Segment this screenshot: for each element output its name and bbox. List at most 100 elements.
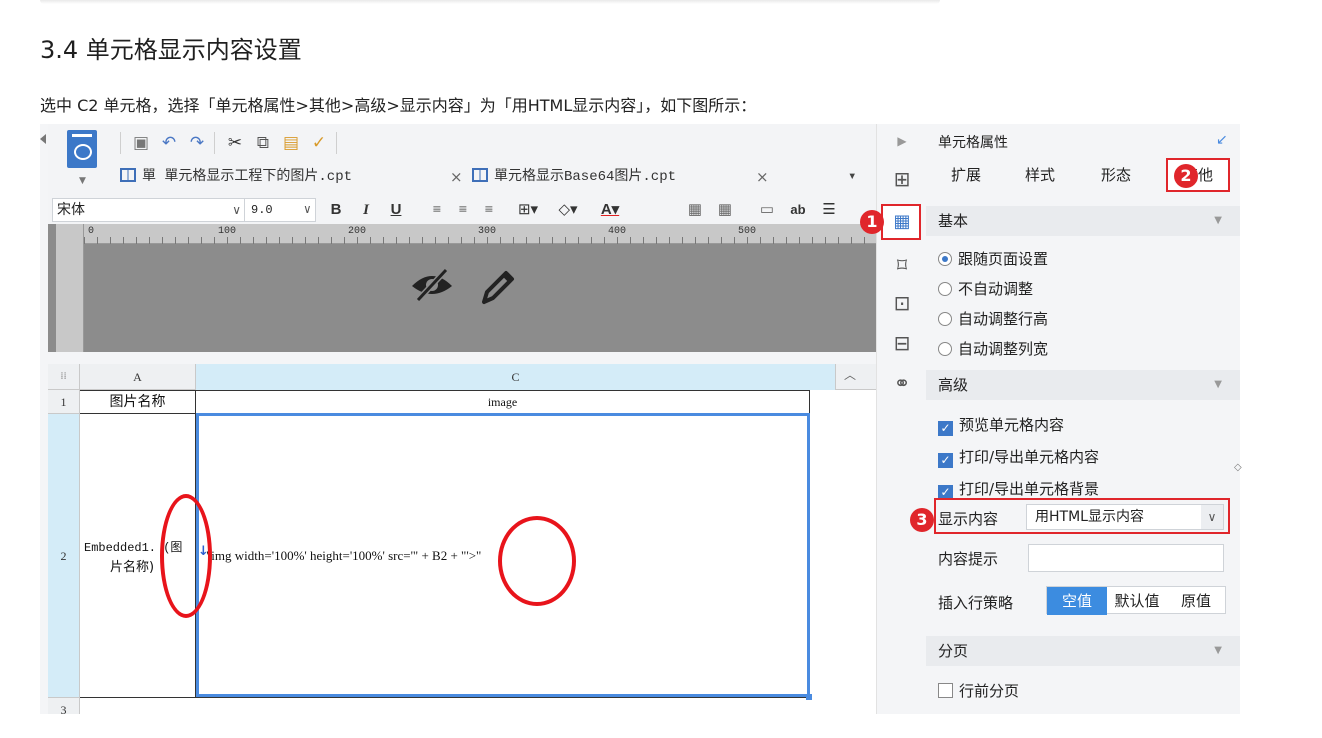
italic-button[interactable]: I bbox=[356, 198, 376, 222]
selection-handle[interactable] bbox=[806, 694, 812, 700]
radio-no-auto[interactable]: 不自动调整 bbox=[938, 278, 1033, 299]
chevron-down-icon: ▼ bbox=[1214, 215, 1222, 226]
text-wrap-icon[interactable]: ab bbox=[786, 198, 810, 222]
insert-null-option[interactable]: 空值 bbox=[1047, 587, 1107, 615]
save-icon[interactable]: ▣ bbox=[130, 132, 152, 154]
radio-label: 自动调整行高 bbox=[958, 310, 1049, 328]
cell-attribute-icon: ▦ bbox=[893, 211, 911, 232]
split-cells-icon[interactable]: ▦ bbox=[714, 198, 736, 222]
page-title: 3.4 单元格显示内容设置 bbox=[40, 36, 302, 64]
tab-project-image[interactable]: 單 單元格显示工程下的图片.cpt bbox=[120, 162, 352, 192]
widget-icon[interactable]: ⌑ bbox=[889, 252, 915, 278]
border-icon[interactable]: ⊞▾ bbox=[512, 198, 544, 222]
tab-close-icon[interactable]: × bbox=[756, 162, 769, 192]
merge-cells-icon[interactable]: ▦ bbox=[684, 198, 706, 222]
cell-c1[interactable]: image bbox=[196, 390, 810, 414]
radio-auto-col-width[interactable]: 自动调整列宽 bbox=[938, 338, 1048, 359]
font-family-value: 宋体 bbox=[57, 202, 85, 218]
cell-a1[interactable]: 图片名称 bbox=[80, 390, 196, 414]
fill-color-icon[interactable]: ◇▾ bbox=[552, 198, 584, 222]
font-size-value: 9.0 bbox=[251, 203, 273, 217]
expand-arrow-icon[interactable]: ▶ bbox=[889, 128, 915, 154]
cell-attr-tab-highlight[interactable]: ▦ bbox=[881, 204, 921, 240]
logo-menu-caret-icon[interactable]: ▼ bbox=[79, 176, 86, 186]
chevron-down-icon: ∨ bbox=[232, 203, 241, 217]
scroll-up-icon[interactable]: ︿ bbox=[844, 366, 856, 383]
condition-icon[interactable]: ⊟ bbox=[889, 330, 915, 356]
row-header-1[interactable]: 1 bbox=[48, 390, 80, 414]
font-family-select[interactable]: 宋体 ∨ bbox=[52, 198, 246, 222]
text-field-icon[interactable]: ▭ bbox=[756, 198, 778, 222]
undo-icon[interactable]: ↶ bbox=[158, 132, 180, 154]
radio-auto-row-height[interactable]: 自动调整行高 bbox=[938, 308, 1048, 329]
tab-close-icon[interactable]: × bbox=[450, 162, 463, 192]
checkbox-icon bbox=[938, 683, 953, 698]
select-all-corner-icon[interactable]: ⁞⁞ bbox=[48, 364, 80, 390]
underline-button[interactable]: U bbox=[386, 198, 406, 222]
insert-default-option[interactable]: 默认值 bbox=[1107, 587, 1167, 615]
tab-extend[interactable]: 扩展 bbox=[936, 158, 996, 192]
section-advanced[interactable]: 高级 ▼ bbox=[926, 370, 1240, 400]
ruler-label: 200 bbox=[348, 226, 367, 237]
paste-icon[interactable]: ▤ bbox=[280, 132, 302, 154]
properties-panel: 单元格属性 ↙ 扩展 样式 形态 其他 2 基本 ▼ 跟随页面设置 不自动调整 … bbox=[910, 124, 1240, 714]
display-content-select[interactable]: 用HTML显示内容 ∨ bbox=[1026, 504, 1224, 530]
copy-icon[interactable]: ⧉ bbox=[252, 132, 274, 154]
font-color-icon[interactable]: A▾ bbox=[594, 198, 626, 222]
column-header-c[interactable]: C bbox=[196, 364, 836, 390]
format-painter-icon[interactable]: ✓ bbox=[308, 132, 330, 154]
hyperlink-icon[interactable]: ⚭ bbox=[889, 370, 915, 396]
row-header-3[interactable]: 3 bbox=[48, 698, 80, 714]
checkbox-label: 行前分页 bbox=[959, 682, 1020, 700]
more-format-icon[interactable]: ☰ bbox=[818, 198, 840, 222]
redo-icon[interactable]: ↷ bbox=[186, 132, 208, 154]
tab-label: 單 單元格显示工程下的图片.cpt bbox=[142, 169, 353, 185]
tab-style[interactable]: 样式 bbox=[1010, 158, 1070, 192]
panel-title: 单元格属性 bbox=[938, 135, 1008, 151]
vertical-ruler bbox=[56, 224, 84, 352]
content-tip-input[interactable] bbox=[1028, 544, 1224, 572]
section-paging[interactable]: 分页 ▼ bbox=[926, 636, 1240, 666]
app-logo-icon[interactable] bbox=[67, 130, 97, 168]
chevron-down-icon: ▼ bbox=[1214, 645, 1222, 656]
form-field-icon[interactable]: ⊡ bbox=[889, 290, 915, 316]
eye-slash-icon[interactable] bbox=[408, 264, 456, 314]
checkbox-print-content[interactable]: ✓ 打印/导出单元格内容 bbox=[938, 446, 1099, 468]
chevron-down-icon: ∨ bbox=[1201, 505, 1223, 529]
pencil-icon[interactable] bbox=[478, 266, 518, 315]
designer-screenshot: ▼ ▣ ↶ ↷ ✂ ⧉ ▤ ✓ 單 單元格显示工程下的图片.cpt × 單元格显… bbox=[40, 124, 1240, 714]
collapse-handle-icon[interactable] bbox=[40, 134, 46, 144]
template-tabs: 單 單元格显示工程下的图片.cpt × 單元格显示Base64图片.cpt × … bbox=[120, 162, 876, 192]
font-size-select[interactable]: 9.0 ∨ bbox=[244, 198, 316, 222]
ruler-label: 0 bbox=[88, 226, 95, 237]
annotation-oval bbox=[498, 516, 576, 606]
tab-base64-image[interactable]: 單元格显示Base64图片.cpt bbox=[472, 162, 676, 192]
checkbox-page-break-before[interactable]: 行前分页 bbox=[938, 680, 1019, 701]
section-advanced-label: 高级 bbox=[938, 376, 969, 394]
callout-badge-3: 3 bbox=[910, 508, 934, 532]
insert-original-option[interactable]: 原值 bbox=[1167, 587, 1225, 615]
align-center-icon[interactable]: ≡ bbox=[452, 198, 474, 222]
radio-follow-page[interactable]: 跟随页面设置 bbox=[938, 248, 1048, 269]
side-toolstrip: ▶ ⊞ ▦ ⌑ ⊡ ⊟ ⚭ bbox=[876, 124, 926, 714]
template-grid-icon[interactable]: ⊞ bbox=[889, 166, 915, 192]
tab-form[interactable]: 形态 bbox=[1086, 158, 1146, 192]
checkbox-preview-content[interactable]: ✓ 预览单元格内容 bbox=[938, 414, 1064, 436]
content-tip-label: 内容提示 bbox=[938, 550, 999, 568]
ruler-label: 500 bbox=[738, 226, 757, 237]
align-right-icon[interactable]: ≡ bbox=[478, 198, 500, 222]
tab-menu-icon[interactable]: ▾ bbox=[848, 162, 856, 192]
report-file-icon bbox=[120, 168, 136, 182]
bold-button[interactable]: B bbox=[326, 198, 346, 222]
align-left-icon[interactable]: ≡ bbox=[426, 198, 448, 222]
checkbox-label: 打印/导出单元格背景 bbox=[959, 480, 1100, 498]
cut-icon[interactable]: ✂ bbox=[224, 132, 246, 154]
column-header-a[interactable]: A bbox=[80, 364, 196, 390]
section-basic[interactable]: 基本 ▼ bbox=[926, 206, 1240, 236]
resize-handle-icon[interactable]: ◇ bbox=[1234, 462, 1242, 473]
display-content-label: 显示内容 bbox=[938, 510, 999, 528]
row-header-2[interactable]: 2 bbox=[48, 414, 80, 698]
pin-arrow-icon[interactable]: ↙ bbox=[1216, 132, 1228, 148]
checkbox-print-background[interactable]: ✓ 打印/导出单元格背景 bbox=[938, 478, 1099, 500]
format-toolbar: 宋体 ∨ 9.0 ∨ B I U ≡ ≡ ≡ ⊞▾ ◇▾ A▾ ▦ ▦ ▭ ab… bbox=[48, 196, 876, 224]
